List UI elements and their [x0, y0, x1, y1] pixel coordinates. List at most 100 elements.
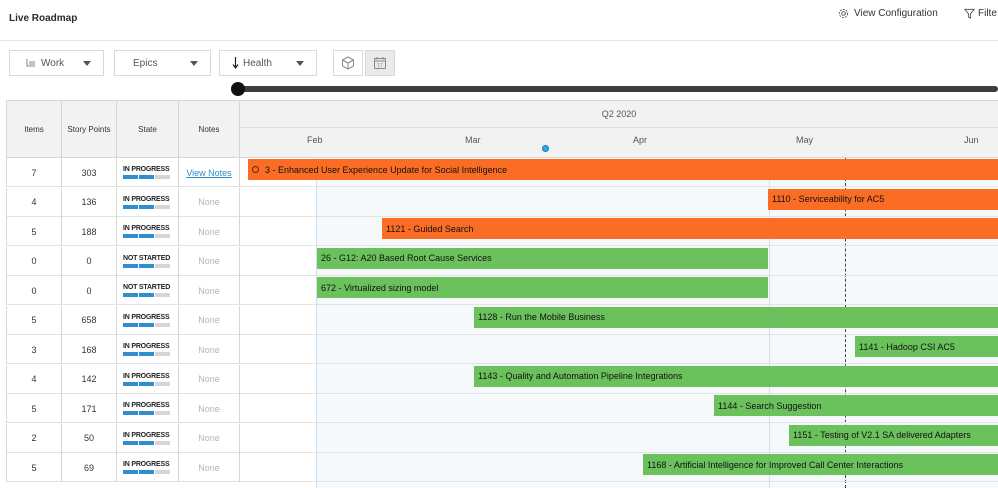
timeline-scroll-handle[interactable]: [231, 82, 245, 96]
table-row[interactable]: 3 168 IN PROGRESS None: [6, 335, 998, 364]
state-label: NOT STARTED: [123, 254, 171, 262]
story-points: 188: [62, 217, 117, 246]
work-label: Work: [41, 57, 65, 69]
notes-value: None: [198, 403, 220, 414]
progress-segment: [155, 204, 170, 209]
chevron-down-icon: [190, 61, 198, 66]
state-label: IN PROGRESS: [123, 431, 170, 439]
notes-cell: None: [179, 305, 240, 335]
progress-segment: [155, 263, 170, 268]
progress-segment: [155, 352, 170, 356]
epic-bar[interactable]: 1121 - Guided Search: [382, 218, 998, 239]
epic-bar-label: 1143 - Quality and Automation Pipeline I…: [478, 371, 683, 381]
notes-cell: None: [179, 364, 240, 394]
view-notes-link[interactable]: View Notes: [186, 168, 231, 178]
state-progress-bar: [123, 175, 170, 179]
items-count: 0: [6, 276, 62, 305]
progress-segment: [123, 204, 138, 209]
column-header-state[interactable]: State: [117, 100, 179, 158]
state-cell: IN PROGRESS: [117, 187, 179, 217]
progress-segment: [123, 440, 138, 445]
chevron-down-icon: [83, 61, 91, 66]
health-label: Health: [243, 57, 272, 69]
column-header-items[interactable]: Items: [6, 100, 62, 158]
epic-bar-label: 1128 - Run the Mobile Business: [478, 312, 605, 322]
progress-segment: [139, 263, 154, 268]
state-cell: IN PROGRESS: [117, 305, 179, 335]
state-label: IN PROGRESS: [123, 461, 170, 468]
filter-button[interactable]: Filte: [964, 8, 997, 19]
epic-bar-label: 26 - G12: A20 Based Root Cause Services: [321, 253, 492, 263]
calendar-view-button[interactable]: 17: [365, 50, 395, 76]
story-points: 142: [62, 364, 117, 394]
state-progress-bar: [123, 234, 170, 238]
story-points: 303: [62, 158, 117, 187]
progress-segment: [123, 175, 138, 179]
items-count: 5: [6, 453, 62, 482]
story-points: 658: [62, 305, 117, 335]
notes-value: None: [198, 197, 220, 207]
items-count: 4: [6, 187, 62, 217]
progress-segment: [123, 352, 138, 356]
epic-bar[interactable]: 3 - Enhanced User Experience Update for …: [248, 159, 998, 180]
progress-segment: [139, 234, 154, 238]
story-points: 0: [62, 246, 117, 276]
epic-bar[interactable]: 672 - Virtualized sizing model: [317, 277, 768, 298]
epics-label: Epics: [133, 57, 158, 69]
health-dropdown[interactable]: Health: [219, 50, 317, 76]
month-mar: Mar: [465, 135, 481, 145]
notes-value: None: [198, 285, 220, 296]
state-label: IN PROGRESS: [123, 225, 170, 232]
column-header-notes[interactable]: Notes: [179, 100, 240, 158]
epic-bar[interactable]: 1144 - Search Suggestion: [714, 395, 998, 416]
timeline-marker-dot[interactable]: [542, 145, 549, 152]
state-progress-bar: [123, 381, 170, 386]
month-jun: Jun: [964, 135, 979, 145]
page-title: Live Roadmap: [9, 13, 78, 24]
epic-bar-label: 1110 - Serviceability for AC5: [772, 194, 885, 204]
filter-icon: [964, 8, 975, 19]
timeline-scroll-track[interactable]: [237, 86, 998, 92]
story-points: 50: [62, 423, 117, 453]
notes-value: None: [198, 374, 220, 384]
cube-icon: [342, 56, 354, 70]
view-configuration-label: View Configuration: [854, 8, 938, 19]
cube-view-button[interactable]: [333, 50, 363, 76]
progress-segment: [139, 293, 154, 297]
state-cell: IN PROGRESS: [117, 364, 179, 394]
quarter-label: Q2 2020: [240, 100, 998, 128]
progress-segment: [123, 381, 138, 386]
story-points: 171: [62, 394, 117, 423]
story-points: 136: [62, 187, 117, 217]
month-apr: Apr: [633, 135, 648, 145]
svg-text:17: 17: [377, 63, 383, 69]
notes-value: None: [198, 315, 220, 325]
column-header-story-points[interactable]: Story Points: [62, 100, 117, 158]
state-cell: IN PROGRESS: [117, 217, 179, 246]
state-label: IN PROGRESS: [123, 372, 170, 380]
epics-dropdown[interactable]: Epics: [114, 50, 211, 76]
view-configuration-button[interactable]: View Configuration: [838, 8, 938, 19]
top-bar: [0, 0, 998, 41]
story-points: 168: [62, 335, 117, 364]
progress-segment: [155, 322, 170, 327]
epic-bar[interactable]: 26 - G12: A20 Based Root Cause Services: [317, 247, 768, 269]
epic-bar[interactable]: 1128 - Run the Mobile Business: [474, 306, 998, 328]
items-count: 3: [6, 335, 62, 364]
notes-value: None: [198, 462, 220, 473]
progress-segment: [155, 293, 170, 297]
epic-bar[interactable]: 1151 - Testing of V2.1 SA delivered Adap…: [789, 424, 998, 446]
epic-bar[interactable]: 1110 - Serviceability for AC5: [768, 188, 998, 210]
progress-segment: [123, 470, 138, 474]
notes-cell: None: [179, 187, 240, 217]
state-label: NOT STARTED: [123, 284, 171, 291]
filter-label: Filte: [978, 8, 997, 19]
epic-bar[interactable]: 1168 - Artificial Intelligence for Impro…: [643, 454, 998, 475]
progress-segment: [139, 381, 154, 386]
work-dropdown[interactable]: Work: [9, 50, 104, 76]
items-count: 5: [6, 394, 62, 423]
epic-bar[interactable]: 1143 - Quality and Automation Pipeline I…: [474, 365, 998, 387]
state-cell: IN PROGRESS: [117, 453, 179, 482]
epic-bar[interactable]: 1141 - Hadoop CSI AC5: [855, 336, 998, 357]
state-progress-bar: [123, 470, 170, 474]
